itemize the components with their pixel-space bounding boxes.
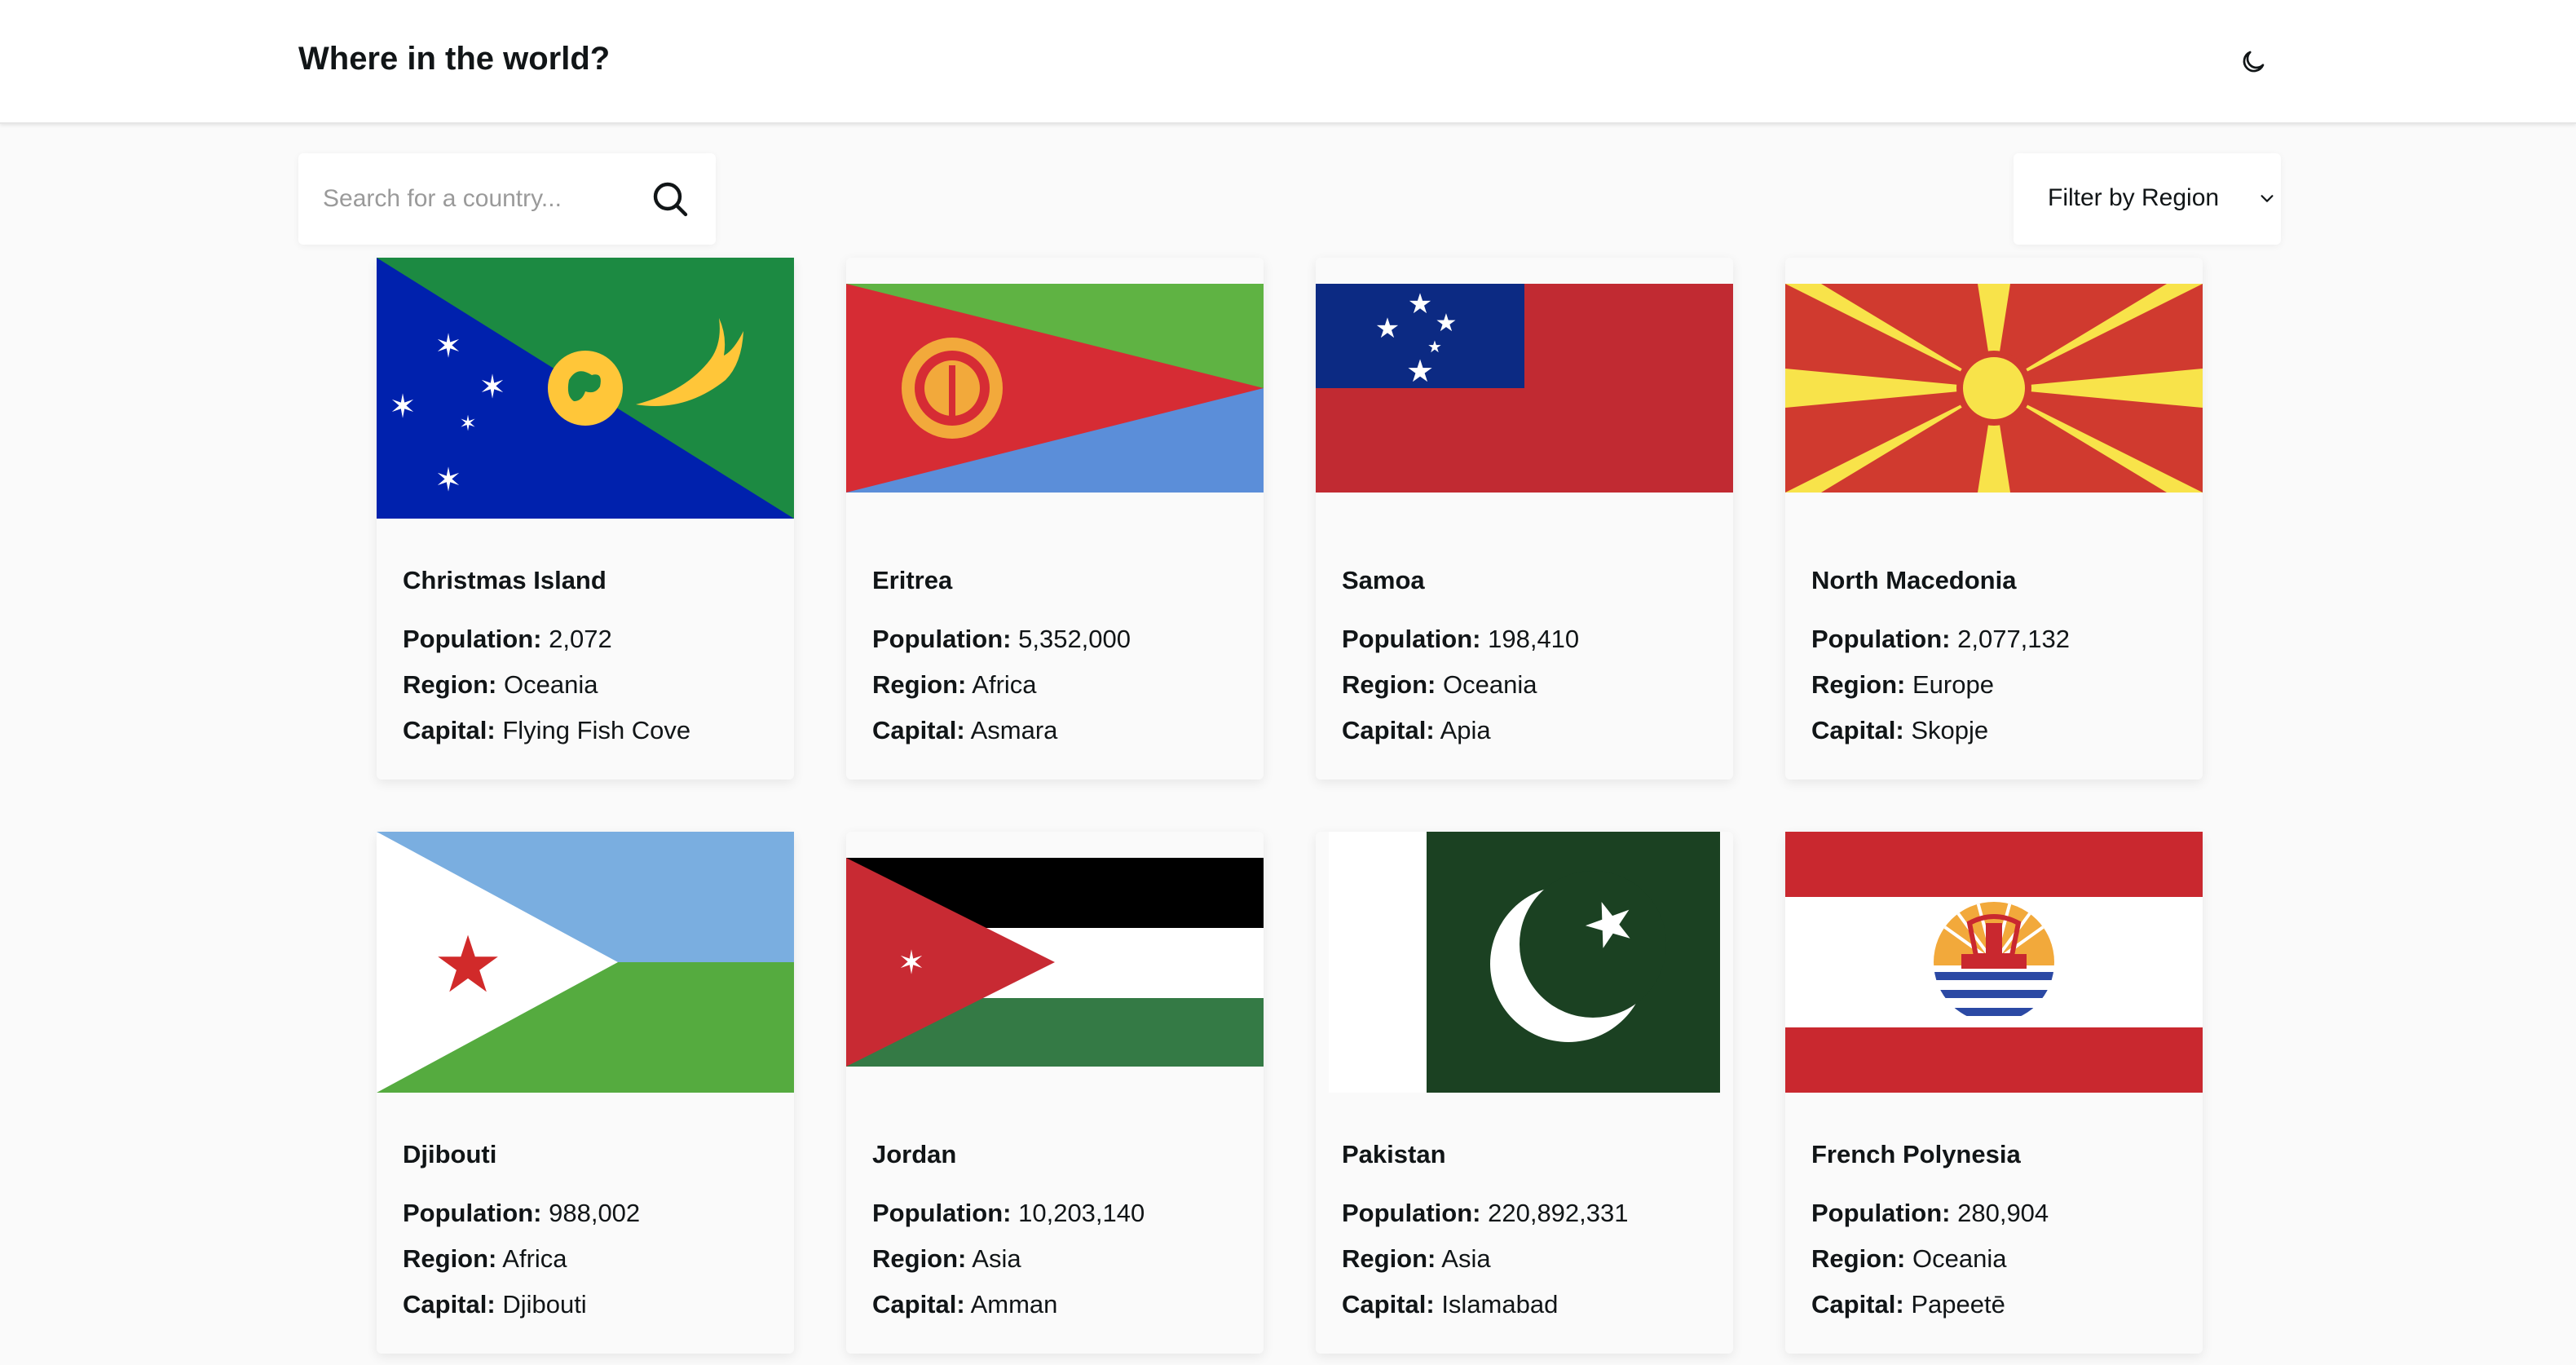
population-line: Population: 5,352,000 <box>872 625 1131 653</box>
capital-line: Capital: Islamabad <box>1342 1290 1559 1319</box>
capital-line: Capital: Papeetē <box>1811 1290 2005 1319</box>
population-line: Population: 10,203,140 <box>872 1199 1145 1227</box>
svg-text:✶: ✶ <box>898 944 925 982</box>
region-filter-label: Filter by Region <box>2048 184 2220 211</box>
svg-text:★: ★ <box>1436 309 1458 338</box>
country-name: Christmas Island <box>403 566 607 594</box>
country-name: North Macedonia <box>1811 566 2017 594</box>
region-filter-dropdown[interactable]: Filter by Region <box>2014 153 2281 245</box>
country-card[interactable]: Eritrea Population: 5,352,000 Region: Af… <box>846 258 1264 780</box>
population-line: Population: 2,072 <box>403 625 612 653</box>
country-card[interactable]: North Macedonia Population: 2,077,132 Re… <box>1785 258 2203 780</box>
svg-text:★: ★ <box>1408 288 1432 320</box>
region-line: Region: Oceania <box>1811 1244 2007 1273</box>
svg-text:✶: ✶ <box>434 462 462 499</box>
svg-text:★: ★ <box>1406 353 1434 389</box>
population-line: Population: 2,077,132 <box>1811 625 2071 653</box>
svg-text:✶: ✶ <box>459 412 477 436</box>
country-name: Djibouti <box>403 1140 497 1168</box>
country-name: French Polynesia <box>1811 1140 2021 1168</box>
jordan-flag: ✶ <box>846 858 1264 1067</box>
pakistan-flag: ★ <box>1329 832 1720 1093</box>
christmas-island-flag: ✶✶✶ ✶✶ <box>377 258 794 519</box>
country-name: Samoa <box>1342 566 1425 594</box>
moon-icon <box>2243 51 2265 73</box>
capital-line: Capital: Djibouti <box>403 1290 587 1319</box>
svg-text:✶: ✶ <box>479 369 506 406</box>
region-line: Region: Oceania <box>403 670 598 699</box>
region-line: Region: Africa <box>872 670 1037 699</box>
french-polynesia-flag <box>1785 832 2203 1093</box>
region-line: Region: Africa <box>403 1244 567 1273</box>
svg-text:✶: ✶ <box>434 328 462 365</box>
country-card[interactable]: ★ ★ ★ ★ ★ Samoa Population: 198,410 Regi… <box>1316 258 1733 780</box>
country-name: Pakistan <box>1342 1140 1446 1168</box>
country-card[interactable]: ✶ Jordan Population: 10,203,140 Region: … <box>846 832 1264 1354</box>
region-line: Region: Asia <box>1342 1244 1491 1273</box>
capital-line: Capital: Flying Fish Cove <box>403 716 691 744</box>
population-line: Population: 198,410 <box>1342 625 1580 653</box>
population-line: Population: 988,002 <box>403 1199 641 1227</box>
north-macedonia-flag <box>1785 284 2203 493</box>
svg-text:★: ★ <box>433 919 503 1010</box>
svg-text:★: ★ <box>1375 312 1400 345</box>
capital-line: Capital: Asmara <box>872 716 1058 744</box>
region-line: Region: Oceania <box>1342 670 1537 699</box>
country-card[interactable]: ✶ ✶ ✶ ✶ ✶ Christmas Island Population: 2,07… <box>377 258 794 780</box>
search-icon[interactable] <box>649 178 691 220</box>
capital-line: Capital: Amman <box>872 1290 1058 1319</box>
app-title: Where in the world? <box>298 41 611 77</box>
theme-toggle-button[interactable] <box>2234 42 2273 82</box>
djibouti-flag: ★ <box>377 832 794 1093</box>
country-card[interactable]: ★ Pakistan Population: 220,892,331 Regio… <box>1316 832 1733 1354</box>
country-card[interactable]: ★ Djibouti Population: 988,002 Region: A… <box>377 832 794 1354</box>
samoa-flag: ★ ★ ★ ★ ★ <box>1316 284 1733 493</box>
population-line: Population: 280,904 <box>1811 1199 2049 1227</box>
region-line: Region: Asia <box>872 1244 1021 1273</box>
eritrea-flag <box>846 284 1264 493</box>
capital-line: Capital: Skopje <box>1811 716 1989 744</box>
svg-text:✶: ✶ <box>389 388 417 426</box>
population-line: Population: 220,892,331 <box>1342 1199 1629 1227</box>
search-input[interactable] <box>323 153 633 245</box>
country-name: Eritrea <box>872 566 953 594</box>
country-name: Jordan <box>872 1140 957 1168</box>
capital-line: Capital: Apia <box>1342 716 1491 744</box>
chevron-down-icon <box>2256 188 2278 209</box>
country-card[interactable]: French Polynesia Population: 280,904 Reg… <box>1785 832 2203 1354</box>
top-bar: Where in the world? <box>0 0 2576 124</box>
region-line: Region: Europe <box>1811 670 1994 699</box>
